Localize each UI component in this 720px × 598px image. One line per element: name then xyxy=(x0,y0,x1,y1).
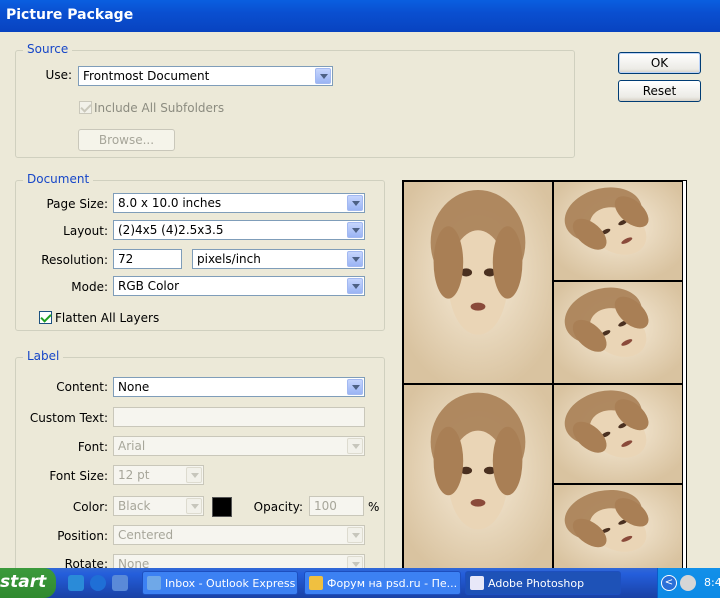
outlook-quicklaunch-icon[interactable] xyxy=(68,575,84,591)
opacity-label: Opacity: xyxy=(253,500,303,514)
task-psd-forum[interactable]: Форум на psd.ru - Пе... xyxy=(304,571,461,595)
chevron-down-icon xyxy=(347,251,363,267)
chevron-down-icon xyxy=(347,379,363,395)
position-value: Centered xyxy=(118,528,174,542)
start-button[interactable]: start xyxy=(0,568,56,598)
include-subfolders-checkbox[interactable] xyxy=(79,101,92,114)
flatten-layers-checkbox[interactable] xyxy=(39,311,52,324)
task-outlook-label: Inbox - Outlook Express xyxy=(165,577,296,590)
ie-quicklaunch-icon[interactable] xyxy=(90,575,106,591)
custom-text-input[interactable] xyxy=(113,407,365,427)
color-label: Color: xyxy=(72,500,108,514)
use-label: Use: xyxy=(45,68,72,82)
font-select[interactable]: Arial xyxy=(113,436,365,456)
preview-photo-small-3[interactable] xyxy=(553,384,683,484)
layout-label: Layout: xyxy=(63,224,108,238)
layout-preview[interactable] xyxy=(402,180,687,576)
task-photoshop[interactable]: Adobe Photoshop xyxy=(465,571,621,595)
page-size-label: Page Size: xyxy=(46,197,108,211)
outlook-icon xyxy=(147,576,161,590)
picture-package-dialog: Picture Package OK Reset Source Use: Fro… xyxy=(0,0,720,598)
content-value: None xyxy=(118,380,150,394)
source-legend: Source xyxy=(23,42,73,56)
clock: 8:4 xyxy=(704,576,720,589)
preview-photo-large-2[interactable] xyxy=(403,384,553,576)
tray-app-icon[interactable] xyxy=(680,575,696,591)
title-bar: Picture Package xyxy=(0,0,720,32)
flatten-layers-label: Flatten All Layers xyxy=(55,311,160,325)
chevron-down-icon xyxy=(347,438,363,454)
opacity-unit: % xyxy=(368,500,380,514)
task-photoshop-label: Adobe Photoshop xyxy=(488,577,585,590)
chevron-down-icon xyxy=(315,68,331,84)
font-size-value: 12 pt xyxy=(118,468,150,482)
page-size-select[interactable]: 8.0 x 10.0 inches xyxy=(113,193,365,213)
chevron-down-icon xyxy=(186,467,202,483)
content-label: Content: xyxy=(56,380,108,394)
font-size-label: Font Size: xyxy=(49,469,108,483)
preview-photo-small-2[interactable] xyxy=(553,281,683,384)
ok-button[interactable]: OK xyxy=(618,52,701,74)
resolution-input[interactable]: 72 xyxy=(113,249,182,269)
opacity-input[interactable]: 100 xyxy=(309,496,364,516)
chevron-down-icon xyxy=(347,195,363,211)
position-label: Position: xyxy=(57,529,108,543)
resolution-label: Resolution: xyxy=(41,253,108,267)
color-value: Black xyxy=(118,499,151,513)
chevron-down-icon xyxy=(186,498,202,514)
mode-select[interactable]: RGB Color xyxy=(113,276,365,296)
document-legend: Document xyxy=(23,172,94,186)
use-value: Frontmost Document xyxy=(83,69,210,83)
reset-button[interactable]: Reset xyxy=(618,80,701,102)
window-title: Picture Package xyxy=(6,7,134,23)
use-select[interactable]: Frontmost Document xyxy=(78,66,333,86)
font-value: Arial xyxy=(118,439,146,453)
tray-expand-icon[interactable]: < xyxy=(661,575,677,591)
start-label: start xyxy=(0,572,47,592)
preview-photo-small-4[interactable] xyxy=(553,484,683,576)
color-select[interactable]: Black xyxy=(113,496,204,516)
resolution-unit-select[interactable]: pixels/inch xyxy=(192,249,365,269)
chevron-down-icon xyxy=(347,222,363,238)
preview-photo-large-1[interactable] xyxy=(403,181,553,384)
chevron-down-icon xyxy=(347,278,363,294)
system-tray: < 8:4 xyxy=(657,568,720,598)
chevron-down-icon xyxy=(347,527,363,543)
desktop-quicklaunch-icon[interactable] xyxy=(112,575,128,591)
font-label: Font: xyxy=(77,440,108,454)
photoshop-icon xyxy=(470,576,484,590)
content-select[interactable]: None xyxy=(113,377,365,397)
layout-select[interactable]: (2)4x5 (4)2.5x3.5 xyxy=(113,220,365,240)
mode-value: RGB Color xyxy=(118,279,180,293)
position-select[interactable]: Centered xyxy=(113,525,365,545)
mode-label: Mode: xyxy=(71,280,108,294)
opera-icon xyxy=(309,576,323,590)
resolution-unit-value: pixels/inch xyxy=(197,252,261,266)
include-subfolders-label: Include All Subfolders xyxy=(94,101,225,115)
browse-button[interactable]: Browse... xyxy=(78,129,175,151)
preview-photo-small-1[interactable] xyxy=(553,181,683,281)
custom-text-label: Custom Text: xyxy=(29,411,108,425)
color-swatch[interactable] xyxy=(212,497,232,517)
page-size-value: 8.0 x 10.0 inches xyxy=(118,196,222,210)
layout-value: (2)4x5 (4)2.5x3.5 xyxy=(118,223,224,237)
label-legend: Label xyxy=(23,349,64,363)
task-psd-forum-label: Форум на psd.ru - Пе... xyxy=(327,577,458,590)
font-size-select[interactable]: 12 pt xyxy=(113,465,204,485)
taskbar: start Inbox - Outlook Express Форум на p… xyxy=(0,568,720,598)
task-outlook[interactable]: Inbox - Outlook Express xyxy=(142,571,298,595)
